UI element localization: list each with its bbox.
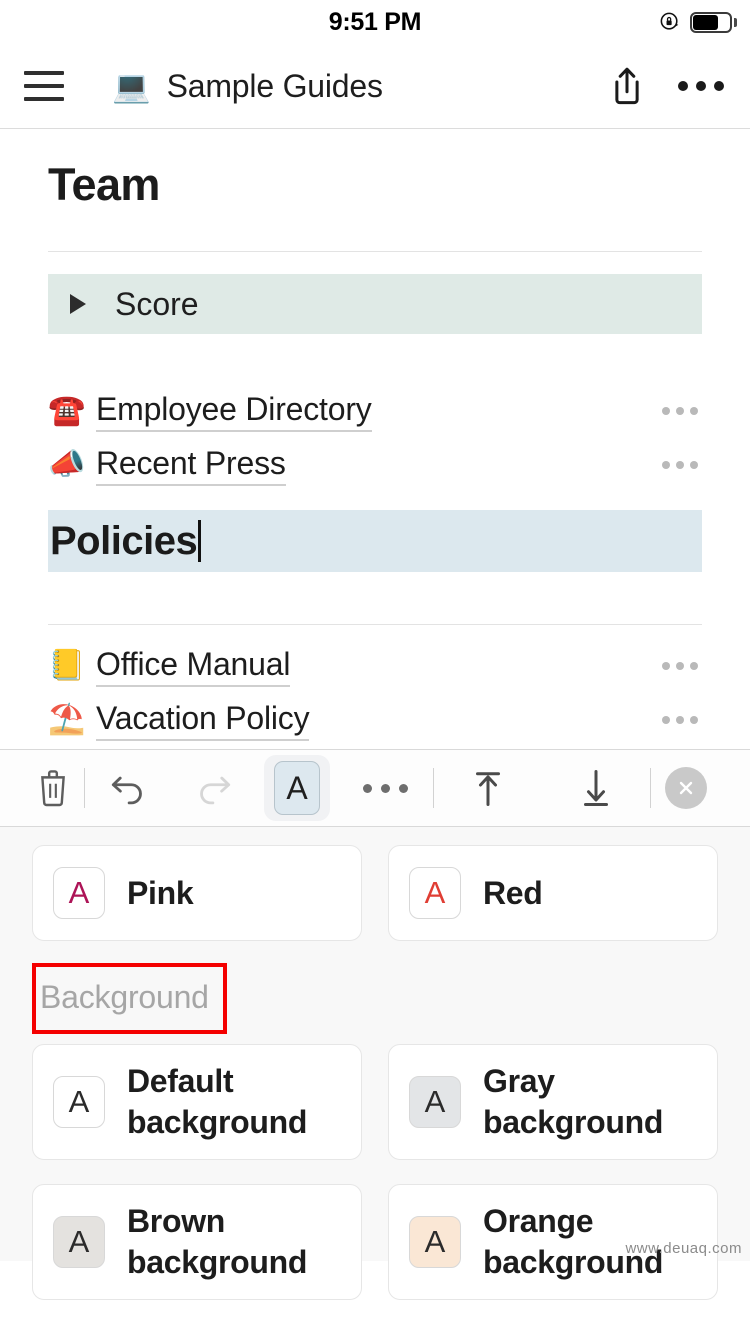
edit-toolbar: A bbox=[0, 749, 750, 827]
format-options-panel: A Pink A Red Background A Default backgr… bbox=[0, 827, 750, 1300]
trash-icon bbox=[41, 770, 65, 807]
move-down-icon bbox=[584, 770, 608, 806]
format-text-button[interactable]: A bbox=[257, 755, 337, 821]
close-keyboard-button[interactable] bbox=[651, 767, 721, 809]
close-icon bbox=[665, 767, 707, 809]
x-glyph bbox=[679, 781, 693, 795]
status-time: 9:51 PM bbox=[328, 7, 422, 36]
list-item-label[interactable]: Vacation Policy bbox=[96, 700, 310, 741]
text-cursor bbox=[198, 520, 202, 562]
status-bar: 9:51 PM bbox=[0, 0, 750, 44]
swatch-brown-background: A bbox=[53, 1216, 105, 1268]
selected-heading-block[interactable]: Policies bbox=[48, 510, 702, 572]
undo-button[interactable] bbox=[85, 771, 171, 805]
list-item[interactable]: ☎️ Employee Directory bbox=[48, 384, 702, 438]
background-option-label: Brown background bbox=[127, 1203, 308, 1280]
row-more-icon[interactable] bbox=[662, 716, 698, 724]
swatch-red: A bbox=[409, 867, 461, 919]
indent-button[interactable] bbox=[542, 767, 650, 809]
app-root: 9:51 PM 💻 Sample Guides Team Score ☎️ Em… bbox=[0, 0, 750, 1334]
list-item[interactable]: 📣 Recent Press bbox=[48, 438, 702, 492]
swatch-pink: A bbox=[53, 867, 105, 919]
list-item[interactable]: ⛱️ Vacation Policy bbox=[48, 693, 702, 747]
swatch-letter: A bbox=[68, 1084, 90, 1119]
background-option-brown[interactable]: A Brown background bbox=[32, 1184, 362, 1300]
more-options-icon[interactable] bbox=[678, 81, 724, 91]
move-up-icon bbox=[476, 772, 500, 806]
swatch-gray-background: A bbox=[409, 1076, 461, 1128]
page-title: Sample Guides bbox=[166, 67, 383, 104]
list-item-label[interactable]: Office Manual bbox=[96, 646, 290, 687]
swatch-letter: A bbox=[424, 1224, 446, 1259]
toggle-block-score[interactable]: Score bbox=[48, 274, 702, 334]
background-option-label: Gray background bbox=[483, 1063, 664, 1140]
laptop-icon: 💻 bbox=[112, 68, 151, 104]
nav-bar: 💻 Sample Guides bbox=[0, 44, 750, 129]
document-body: Team Score ☎️ Employee Directory 📣 Recen… bbox=[0, 129, 750, 749]
selected-heading-text[interactable]: Policies bbox=[50, 519, 198, 564]
toolbar-more-button[interactable] bbox=[337, 783, 433, 793]
rotation-lock-icon bbox=[660, 12, 679, 30]
swatch-orange-background: A bbox=[409, 1216, 461, 1268]
chevron-right-icon[interactable] bbox=[70, 294, 86, 314]
list-item-label[interactable]: Recent Press bbox=[96, 445, 286, 486]
status-bar-right bbox=[659, 0, 737, 44]
document-title: Team bbox=[48, 159, 160, 210]
background-option-label: Default background bbox=[127, 1063, 308, 1140]
background-option-default[interactable]: A Default background bbox=[32, 1044, 362, 1160]
swatch-default-background: A bbox=[53, 1076, 105, 1128]
color-options-grid: A Pink A Red bbox=[32, 845, 718, 941]
color-option-pink[interactable]: A Pink bbox=[32, 845, 362, 941]
row-more-icon[interactable] bbox=[662, 662, 698, 670]
color-option-label: Pink bbox=[127, 874, 194, 911]
format-a-icon: A bbox=[264, 755, 330, 821]
more-icon bbox=[362, 783, 408, 793]
background-option-gray[interactable]: A Gray background bbox=[388, 1044, 718, 1160]
row-more-icon[interactable] bbox=[662, 461, 698, 469]
megaphone-icon: 📣 bbox=[48, 448, 86, 481]
list-item[interactable]: 📒 Office Manual bbox=[48, 639, 702, 693]
redo-button[interactable] bbox=[171, 771, 257, 805]
watermark: www.deuaq.com bbox=[625, 1240, 742, 1257]
toggle-label: Score bbox=[115, 285, 199, 322]
redo-icon bbox=[200, 776, 231, 805]
notebook-icon: 📒 bbox=[48, 649, 86, 682]
swatch-letter: A bbox=[424, 875, 446, 910]
telephone-icon: ☎️ bbox=[48, 394, 86, 427]
undo-icon bbox=[111, 776, 142, 805]
background-section-label: Background bbox=[40, 979, 209, 1015]
swatch-letter: A bbox=[68, 1224, 90, 1259]
battery-icon bbox=[690, 11, 737, 33]
format-a-letter: A bbox=[274, 761, 320, 815]
row-more-icon[interactable] bbox=[662, 407, 698, 415]
list-item-label[interactable]: Employee Directory bbox=[96, 391, 372, 432]
hamburger-menu-icon[interactable] bbox=[24, 71, 64, 101]
color-option-red[interactable]: A Red bbox=[388, 845, 718, 941]
divider bbox=[48, 251, 702, 252]
outdent-button[interactable] bbox=[434, 767, 542, 809]
color-option-label: Red bbox=[483, 874, 543, 911]
background-options-grid: A Default background A Gray background A… bbox=[32, 1044, 718, 1300]
delete-button[interactable] bbox=[22, 768, 84, 808]
beach-umbrella-icon: ⛱️ bbox=[48, 703, 86, 736]
swatch-letter: A bbox=[424, 1084, 446, 1119]
swatch-letter: A bbox=[68, 875, 90, 910]
background-section-highlight: Background bbox=[32, 963, 227, 1034]
share-icon[interactable] bbox=[608, 64, 646, 108]
